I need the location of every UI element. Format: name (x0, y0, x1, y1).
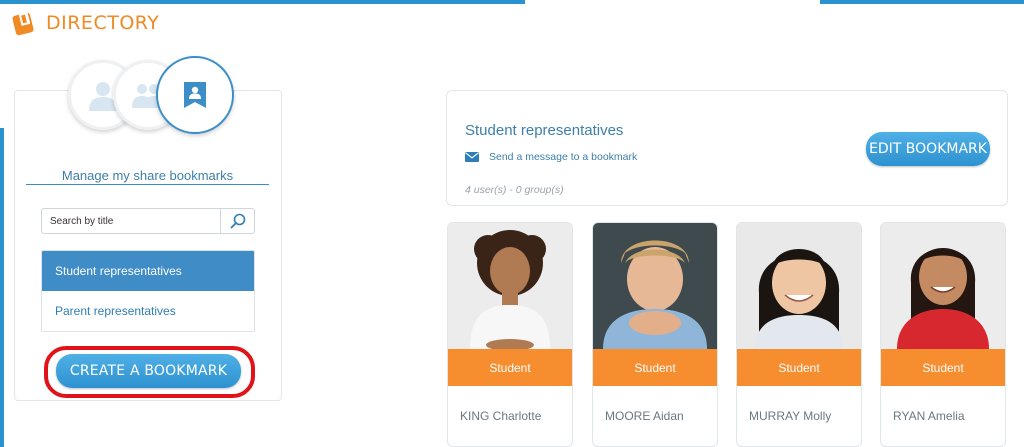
bookmarks-view-button[interactable] (156, 56, 234, 134)
member-card[interactable]: Student KING Charlotte (447, 222, 573, 447)
member-card[interactable]: Student MURRAY Molly (736, 222, 862, 447)
bookmark-title: Student representatives (465, 122, 624, 139)
top-accent-bar (0, 0, 525, 4)
send-message-link[interactable]: Send a message to a bookmark (465, 151, 637, 163)
member-photo (881, 223, 1005, 349)
search-icon (230, 213, 245, 229)
member-role: Student (881, 349, 1005, 386)
member-name: MURRAY Molly (749, 409, 832, 423)
member-name: KING Charlotte (460, 409, 542, 423)
create-bookmark-button[interactable]: CREATE A BOOKMARK (56, 354, 241, 388)
top-accent-bar-right (820, 0, 1024, 4)
edit-bookmark-button[interactable]: EDIT BOOKMARK (866, 132, 990, 166)
member-card[interactable]: Student MOORE Aidan (592, 222, 718, 447)
member-role: Student (593, 349, 717, 386)
section-title: Manage my share bookmarks (26, 168, 269, 185)
search-input[interactable] (42, 209, 220, 233)
search-button[interactable] (220, 209, 254, 233)
member-name: MOORE Aidan (605, 409, 684, 423)
left-accent-bar (0, 128, 4, 447)
bookmark-item-student-representatives[interactable]: Student representatives (42, 251, 254, 291)
app-title: DIRECTORY (46, 12, 160, 34)
member-name: RYAN Amelia (893, 409, 965, 423)
member-card[interactable]: Student RYAN Amelia (880, 222, 1006, 447)
book-logo-icon (11, 10, 36, 36)
member-photo (448, 223, 572, 349)
view-switcher (68, 56, 238, 134)
member-photo (593, 223, 717, 349)
bookmark-list: Student representatives Parent represent… (41, 250, 255, 332)
member-role: Student (737, 349, 861, 386)
member-counts: 4 user(s) - 0 group(s) (465, 184, 564, 196)
bookmark-detail-card: Student representatives Send a message t… (446, 90, 1008, 206)
search-bar (41, 208, 255, 234)
member-role: Student (448, 349, 572, 386)
envelope-icon (465, 152, 479, 162)
bookmark-icon (184, 82, 206, 108)
send-message-label: Send a message to a bookmark (489, 151, 638, 163)
member-photo (737, 223, 861, 349)
app-header: DIRECTORY (11, 10, 160, 36)
bookmark-item-parent-representatives[interactable]: Parent representatives (42, 291, 254, 331)
